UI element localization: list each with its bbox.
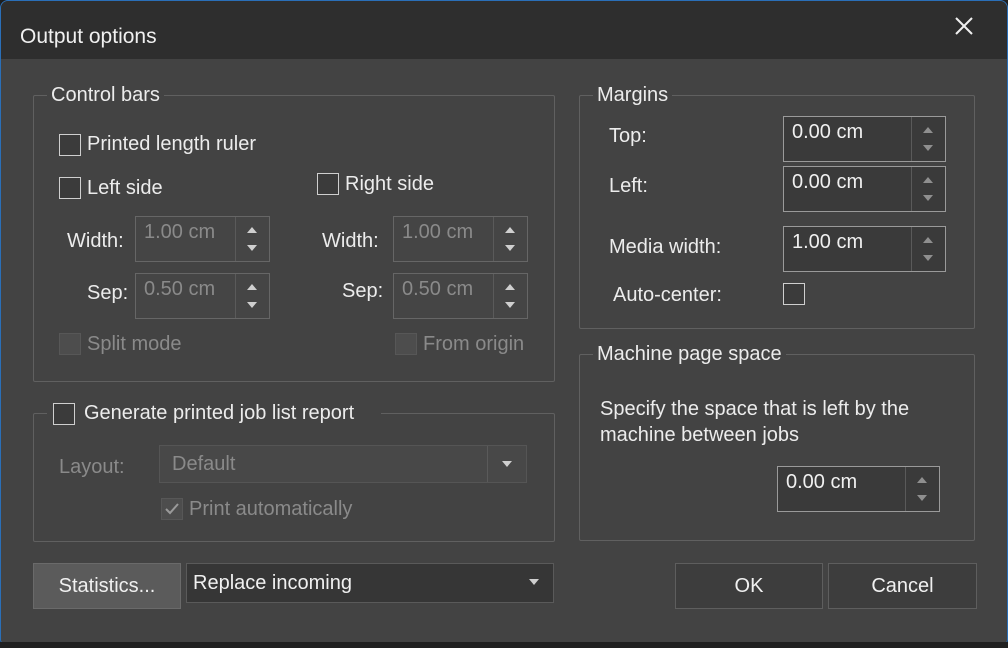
mode-value: Replace incoming [193,572,352,594]
output-options-dialog: Output options Control bars Printed leng… [0,0,1008,644]
chevron-down-icon[interactable] [917,495,927,501]
left-sep-spinbox[interactable]: 0.50 cm [135,273,270,319]
chevron-down-icon[interactable] [505,245,515,251]
left-margin-label: Left: [609,175,648,197]
left-width-value: 1.00 cm [144,221,216,243]
split-mode-checkbox[interactable] [59,333,81,355]
dropdown-arrow-icon [502,461,512,467]
left-width-label: Width: [67,230,124,252]
right-width-value: 1.00 cm [402,221,474,243]
left-margin-spinbox[interactable]: 0.00 cm [783,166,946,212]
chevron-up-icon[interactable] [247,284,257,290]
close-icon [955,17,973,35]
media-width-value: 1.00 cm [792,231,864,253]
chevron-up-icon[interactable] [247,227,257,233]
cancel-button[interactable]: Cancel [828,563,977,609]
printed-length-ruler-checkbox[interactable] [59,134,81,156]
machine-page-space-description: Specify the space that is left by the ma… [600,398,910,446]
title-bar: Output options [1,1,1007,59]
top-margin-label: Top: [609,125,647,147]
chevron-up-icon[interactable] [505,227,515,233]
close-button[interactable] [949,11,979,41]
left-side-checkbox[interactable] [59,177,81,199]
right-side-label[interactable]: Right side [345,173,434,196]
margins-legend: Margins [593,84,673,107]
layout-dropdown[interactable]: Default [159,445,527,483]
auto-center-label: Auto-center: [613,284,722,306]
chevron-down-icon[interactable] [923,195,933,201]
machine-page-space-legend: Machine page space [593,343,786,366]
print-automatically-checkbox[interactable] [161,498,183,520]
chevron-down-icon[interactable] [247,245,257,251]
left-width-spinbox[interactable]: 1.00 cm [135,216,270,262]
chevron-up-icon[interactable] [923,177,933,183]
check-icon [165,503,179,515]
ok-button[interactable]: OK [675,563,823,609]
split-mode-label: Split mode [87,333,182,355]
window-title: Output options [20,25,157,48]
chevron-up-icon[interactable] [923,237,933,243]
from-origin-label: From origin [423,333,525,355]
right-side-checkbox[interactable] [317,173,339,195]
layout-label: Layout: [59,456,125,478]
chevron-up-icon[interactable] [923,127,933,133]
chevron-down-icon[interactable] [923,255,933,261]
top-margin-value: 0.00 cm [792,121,864,143]
left-sep-value: 0.50 cm [144,278,216,300]
right-sep-spinbox[interactable]: 0.50 cm [393,273,528,319]
chevron-down-icon[interactable] [247,302,257,308]
dropdown-arrow-icon [529,579,539,585]
background-strip [0,642,1008,648]
control-bars-legend: Control bars [47,84,164,107]
layout-value: Default [172,453,236,475]
statistics-button[interactable]: Statistics... [33,563,181,609]
machine-page-space-spinbox[interactable]: 0.00 cm [777,466,940,512]
chevron-down-icon[interactable] [923,145,933,151]
mode-dropdown[interactable]: Replace incoming [186,563,554,603]
job-list-report-label[interactable]: Generate printed job list report [84,402,354,425]
machine-page-space-value: 0.00 cm [786,471,858,493]
left-side-label[interactable]: Left side [87,177,163,200]
right-sep-label: Sep: [342,280,384,302]
print-automatically-label: Print automatically [189,498,353,520]
job-list-report-checkbox[interactable] [53,403,75,425]
chevron-down-icon[interactable] [505,302,515,308]
right-sep-value: 0.50 cm [402,278,474,300]
from-origin-checkbox[interactable] [395,333,417,355]
media-width-spinbox[interactable]: 1.00 cm [783,226,946,272]
right-width-label: Width: [322,230,379,252]
left-sep-label: Sep: [87,282,129,304]
printed-length-ruler-label[interactable]: Printed length ruler [87,133,256,156]
right-width-spinbox[interactable]: 1.00 cm [393,216,528,262]
chevron-up-icon[interactable] [917,477,927,483]
media-width-label: Media width: [609,236,722,258]
chevron-up-icon[interactable] [505,284,515,290]
auto-center-checkbox[interactable] [783,283,805,305]
top-margin-spinbox[interactable]: 0.00 cm [783,116,946,162]
left-margin-value: 0.00 cm [792,171,864,193]
